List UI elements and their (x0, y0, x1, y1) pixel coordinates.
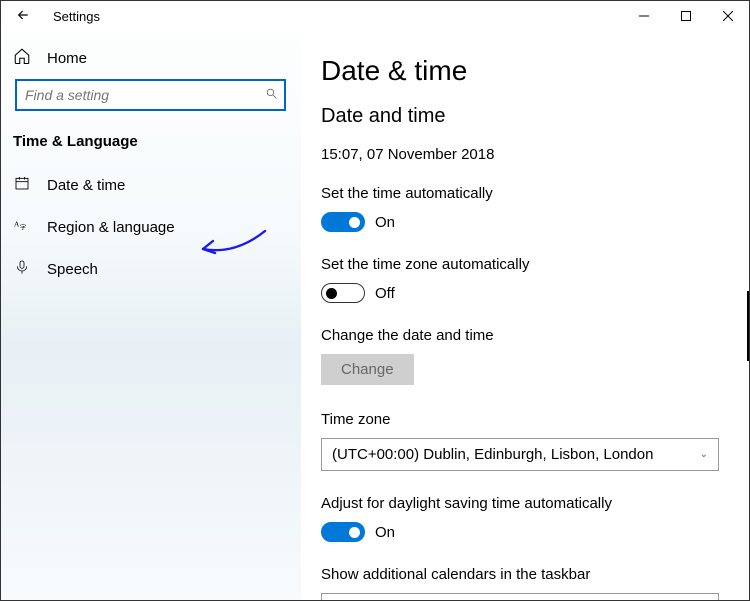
scrollbar-indicator[interactable] (747, 291, 749, 361)
chevron-down-icon: ⌄ (700, 449, 708, 460)
sidebar-item-region-language[interactable]: A字 Region & language (1, 206, 300, 248)
section-heading: Date and time (321, 105, 725, 128)
dst-label: Adjust for daylight saving time automati… (321, 495, 725, 512)
back-button[interactable] (13, 8, 33, 25)
auto-tz-state: Off (375, 285, 395, 302)
auto-time-toggle[interactable] (321, 212, 365, 232)
change-dt-label: Change the date and time (321, 327, 725, 344)
search-input[interactable] (15, 79, 286, 111)
nav-home[interactable]: Home (1, 39, 300, 79)
auto-time-state: On (375, 214, 395, 231)
change-button[interactable]: Change (321, 354, 414, 385)
minimize-button[interactable] (623, 1, 665, 31)
home-icon (13, 47, 31, 69)
window-title: Settings (53, 9, 100, 24)
svg-text:A: A (14, 219, 20, 228)
arrow-left-icon (16, 8, 30, 22)
svg-text:字: 字 (20, 224, 26, 232)
sidebar-item-label: Speech (47, 261, 98, 278)
timezone-label: Time zone (321, 411, 725, 428)
additional-calendars-select[interactable]: Don't show additional calendars ⌄ (321, 593, 719, 600)
dst-state: On (375, 524, 395, 541)
current-datetime: 15:07, 07 November 2018 (321, 146, 725, 163)
auto-tz-label: Set the time zone automatically (321, 256, 725, 273)
sidebar-item-date-time[interactable]: Date & time (1, 164, 300, 206)
mic-icon (13, 259, 31, 279)
sidebar-item-speech[interactable]: Speech (1, 248, 300, 290)
timezone-value: (UTC+00:00) Dublin, Edinburgh, Lisbon, L… (332, 446, 653, 463)
sidebar-section-header: Time & Language (1, 127, 300, 164)
calendar-icon (13, 175, 31, 195)
dst-toggle[interactable] (321, 522, 365, 542)
maximize-button[interactable] (665, 1, 707, 31)
search-icon (258, 87, 284, 103)
content-pane: Date & time Date and time 15:07, 07 Nove… (301, 31, 749, 600)
auto-time-label: Set the time automatically (321, 185, 725, 202)
sidebar-item-label: Region & language (47, 219, 175, 236)
close-button[interactable] (707, 1, 749, 31)
sidebar-item-label: Date & time (47, 177, 125, 194)
titlebar: Settings (1, 1, 749, 31)
sidebar: Home Time & Language Date & time A字 Regi… (1, 31, 301, 600)
page-title: Date & time (321, 55, 725, 87)
caption-buttons (623, 1, 749, 31)
search-field[interactable] (17, 87, 258, 103)
auto-tz-toggle[interactable] (321, 283, 365, 303)
additional-calendars-label: Show additional calendars in the taskbar (321, 566, 725, 583)
nav-home-label: Home (47, 50, 87, 67)
globe-text-icon: A字 (13, 217, 31, 237)
timezone-select[interactable]: (UTC+00:00) Dublin, Edinburgh, Lisbon, L… (321, 438, 719, 471)
